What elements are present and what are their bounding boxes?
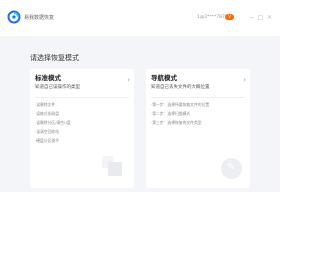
list-item: ·第一步：选择所要恢复文件的位置 bbox=[151, 102, 210, 107]
app-name: 易我数据恢复 bbox=[24, 15, 55, 21]
maximize-button[interactable]: □ bbox=[257, 14, 264, 21]
close-button[interactable]: ✕ bbox=[266, 14, 273, 21]
navigation-mode-header[interactable]: 导航模式 知道自己丢失文件的大概位置 › bbox=[146, 69, 250, 100]
pencil-icon: ✎ bbox=[221, 158, 242, 179]
list-item: ·第二步：选择扫描模式 bbox=[151, 111, 191, 116]
list-item: ·误删除文件 bbox=[35, 102, 56, 107]
list-item: ·误清空回收站 bbox=[35, 129, 59, 134]
navigation-mode-subtitle: 知道自己丢失文件的大概位置 bbox=[151, 85, 210, 90]
list-item: ·误格式化磁盘 bbox=[35, 111, 59, 116]
navigation-mode-title: 导航模式 bbox=[151, 74, 177, 82]
page-title: 请选择恢复模式 bbox=[30, 54, 79, 62]
list-item: ·第三步：选择恢复的文件类型 bbox=[151, 120, 202, 125]
footer-area bbox=[0, 192, 280, 270]
standard-mode-card[interactable]: 标准模式 知道自己误操作的类型 › ·误删除文件 ·误格式化磁盘 ·误删除分区/… bbox=[30, 69, 134, 188]
app-logo-icon bbox=[7, 10, 21, 24]
standard-mode-header[interactable]: 标准模式 知道自己误操作的类型 › bbox=[30, 69, 134, 100]
navigation-mode-card[interactable]: 导航模式 知道自己丢失文件的大概位置 › ·第一步：选择所要恢复文件的位置 ·第… bbox=[146, 69, 250, 188]
divider bbox=[151, 97, 245, 98]
divider bbox=[35, 97, 129, 98]
title-bar: 易我数据恢复 1@2****7875 V − □ ✕ bbox=[0, 0, 280, 37]
standard-mode-subtitle: 知道自己误操作的类型 bbox=[35, 85, 80, 90]
minimize-button[interactable]: − bbox=[248, 14, 255, 21]
chevron-right-icon[interactable]: › bbox=[243, 76, 246, 84]
account-label[interactable]: 1@2****7875 bbox=[197, 15, 228, 20]
vip-badge[interactable]: V bbox=[225, 14, 234, 20]
standard-mode-title: 标准模式 bbox=[35, 74, 61, 82]
stacked-squares-icon bbox=[102, 156, 124, 178]
list-item: ·硬盘分区损坏 bbox=[35, 138, 59, 143]
chevron-right-icon[interactable]: › bbox=[127, 76, 130, 84]
list-item: ·误删除分区/清空U盘 bbox=[35, 120, 71, 125]
main-content: 请选择恢复模式 标准模式 知道自己误操作的类型 › ·误删除文件 ·误格式化磁盘… bbox=[0, 36, 280, 192]
